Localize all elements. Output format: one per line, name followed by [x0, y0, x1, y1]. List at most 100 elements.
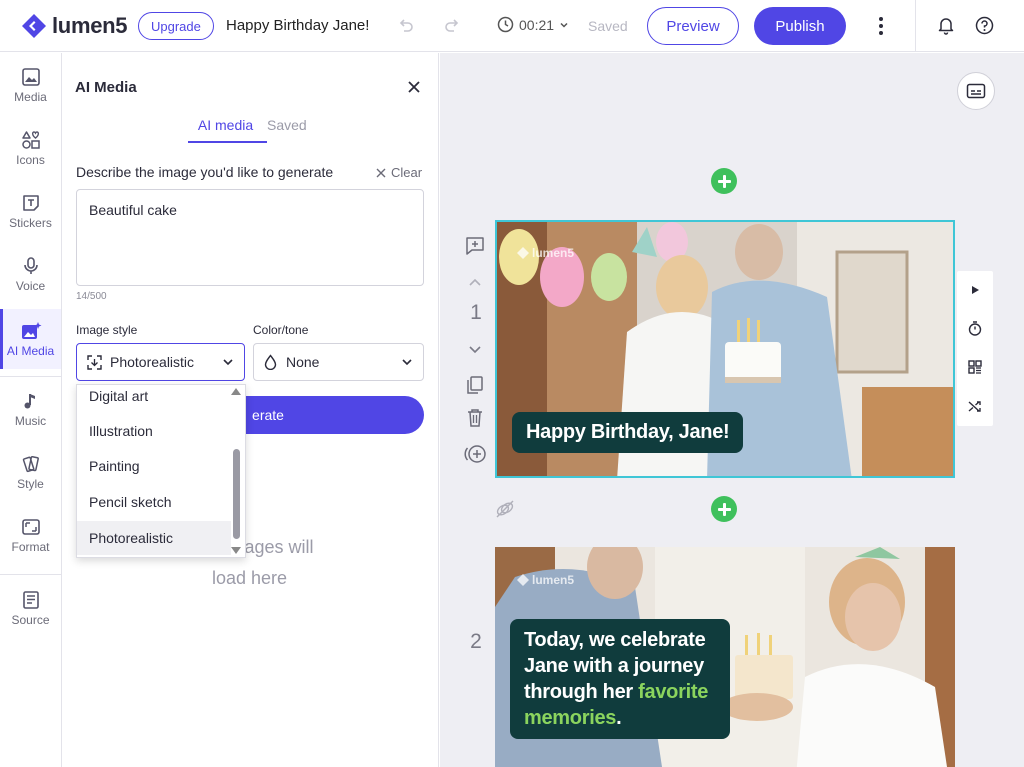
scene-duration-button[interactable] [957, 309, 993, 347]
logo[interactable]: lumen5 [20, 12, 128, 40]
rail-item-label: Source [11, 613, 50, 627]
scene-2-caption[interactable]: Today, we celebrate Jane with a journey … [510, 619, 730, 739]
rail-item-label: Style [17, 477, 44, 491]
image-style-label: Image style [76, 323, 138, 337]
chevron-down-icon [223, 359, 233, 366]
dropdown-option-illustration[interactable]: Illustration [77, 414, 231, 448]
tab-saved[interactable]: Saved [267, 117, 307, 143]
layout-grid-icon [968, 360, 982, 374]
rail-item-media[interactable]: Media [0, 55, 61, 115]
image-style-value: Photorealistic [110, 354, 195, 370]
scene-watermark: lumen5 [517, 246, 574, 260]
rail-item-source[interactable]: Source [0, 578, 61, 638]
transition-icon[interactable] [494, 499, 516, 519]
empty-state-line: load here [211, 568, 288, 588]
add-scene-circle-icon[interactable] [464, 443, 488, 465]
top-bar: lumen5 Upgrade Happy Birthday Jane! 00:2… [0, 0, 1024, 52]
add-scene-button[interactable] [711, 496, 737, 522]
redo-icon[interactable] [443, 17, 461, 35]
play-scene-button[interactable] [957, 271, 993, 309]
microphone-icon [23, 257, 38, 274]
rail-item-style[interactable]: Style [0, 442, 61, 502]
timer-icon [968, 320, 982, 336]
caption-text: . [616, 707, 622, 729]
scene-1-preview[interactable]: lumen5 Happy Birthday, Jane! [495, 220, 955, 478]
project-title[interactable]: Happy Birthday Jane! [226, 17, 369, 34]
rail-item-format[interactable]: Format [0, 505, 61, 565]
rail-item-ai-media[interactable]: AI Media [0, 309, 61, 369]
image-style-select[interactable]: Photorealistic [76, 343, 245, 381]
scroll-down-arrow-icon[interactable] [231, 547, 241, 554]
add-text-icon[interactable] [464, 236, 486, 256]
rail-item-label: Music [14, 414, 47, 428]
dropdown-option-pencil-sketch[interactable]: Pencil sketch [77, 485, 231, 519]
duration-value: 00:21 [519, 16, 555, 33]
ai-image-icon [21, 322, 41, 339]
rail-item-label: Stickers [9, 216, 52, 230]
scene-watermark: lumen5 [517, 573, 574, 587]
format-icon [21, 519, 40, 535]
publish-button[interactable]: Publish [754, 7, 846, 45]
color-tone-value: None [286, 354, 320, 370]
shapes-icon [21, 131, 40, 149]
captions-button[interactable] [957, 72, 995, 110]
kebab-icon[interactable] [871, 14, 891, 38]
rail-item-voice[interactable]: Voice [0, 244, 61, 304]
play-icon [972, 286, 979, 294]
undo-icon[interactable] [397, 17, 415, 35]
storyboard-canvas: 1 lumen5 Happy Birthday, Jane! 2 lumen5 … [440, 53, 1024, 767]
upgrade-button[interactable]: Upgrade [138, 12, 214, 40]
watermark-text: lumen5 [532, 246, 575, 260]
clear-label: Clear [391, 165, 423, 180]
bell-icon[interactable] [937, 16, 955, 35]
sticker-icon [22, 195, 39, 211]
droplet-icon [264, 354, 277, 370]
chevron-down-icon[interactable] [464, 343, 486, 357]
preview-button[interactable]: Preview [647, 7, 739, 45]
scrollbar-thumb[interactable] [233, 449, 240, 539]
scene-number: 2 [470, 630, 482, 653]
describe-label: Describe the image you'd like to generat… [76, 164, 334, 180]
rail-divider [0, 376, 61, 377]
color-tone-select[interactable]: None [253, 343, 424, 381]
dropdown-option-photorealistic[interactable]: Photorealistic [77, 521, 231, 555]
trash-icon[interactable] [464, 408, 486, 428]
palette-icon [22, 455, 39, 473]
prompt-textarea[interactable]: Beautiful cake [76, 189, 424, 286]
scene-2-preview[interactable]: lumen5 Today, we celebrate Jane with a j… [495, 547, 955, 767]
watermark-text: lumen5 [532, 573, 575, 587]
char-count: 14/500 [76, 291, 107, 302]
rail-item-label: Voice [15, 279, 46, 293]
clear-button[interactable]: Clear [376, 165, 422, 180]
rail-item-music[interactable]: Music [0, 379, 61, 439]
scene-side-toolbar [957, 271, 993, 426]
dropdown-option-painting[interactable]: Painting [77, 449, 231, 483]
clock-icon [497, 16, 514, 33]
rail-item-stickers[interactable]: Stickers [0, 181, 61, 241]
tab-ai-media[interactable]: AI media [188, 117, 267, 143]
lumen5-logo-icon [517, 574, 529, 586]
dropdown-option-digital-art[interactable]: Digital art [77, 385, 231, 413]
dropdown-scrollbar[interactable] [231, 385, 244, 557]
panel-title: AI Media [75, 79, 137, 96]
logo-text: lumen5 [52, 13, 128, 38]
help-icon[interactable] [975, 16, 994, 35]
duration-selector[interactable]: 00:21 [497, 16, 569, 33]
image-icon [21, 68, 40, 86]
add-scene-button[interactable] [711, 168, 737, 194]
save-status: Saved [588, 18, 628, 34]
shuffle-icon [968, 401, 981, 412]
rail-item-icons[interactable]: Icons [0, 118, 61, 178]
duplicate-icon[interactable] [464, 375, 486, 395]
scene-1-caption[interactable]: Happy Birthday, Jane! [512, 412, 744, 453]
scroll-up-arrow-icon[interactable] [231, 388, 241, 395]
chevron-down-icon [402, 359, 412, 366]
chevron-up-icon[interactable] [464, 275, 486, 289]
layout-button[interactable] [957, 348, 993, 386]
rail-item-label: Icons [16, 153, 45, 167]
close-icon[interactable] [406, 79, 422, 95]
topbar-divider [915, 0, 916, 52]
chevron-down-icon [560, 22, 568, 28]
shuffle-button[interactable] [957, 387, 993, 425]
lumen5-logo-icon [22, 14, 46, 38]
